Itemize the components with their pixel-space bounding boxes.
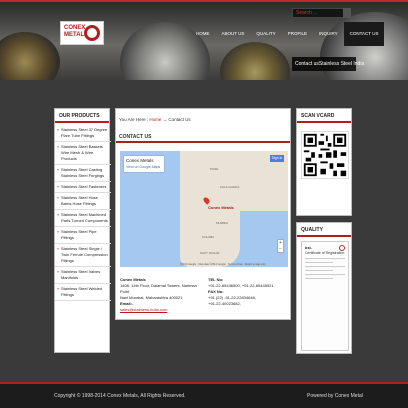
products-sidebar: OUR PRODUCTS Stainless Steel 37 Degree F… — [54, 108, 111, 353]
contact-content: You Are Here : Home → Contact Us CONTACT… — [115, 108, 291, 320]
address-line: 1408, 14th Floor, Dalamal Towers, Narima… — [120, 283, 197, 294]
certificate-image[interactable]: bsi. Certificate of Registration — [301, 241, 349, 351]
vcard-title: SCAN VCARD — [297, 109, 351, 123]
brand-logo[interactable]: CONEX METAL — [60, 21, 104, 45]
product-link[interactable]: Stainless Steel Valves Manifolds — [55, 267, 111, 284]
product-link[interactable]: Stainless Steel 37 Degree Flare Tube Fit… — [55, 125, 111, 142]
page-tagline: Contact usStainless Steel India — [292, 57, 364, 71]
site-header: CONEX METAL Search ... HOME ABOUT US QUA… — [0, 2, 408, 80]
nav-inquiry[interactable]: INQUIRY — [313, 22, 344, 46]
map-zoom-control[interactable]: + − — [277, 239, 284, 253]
scan-vcard-panel: SCAN VCARD — [296, 108, 352, 216]
map-place-label: KALA GHODA — [220, 185, 240, 189]
map-place-label: NAVY NAGAR — [200, 251, 220, 255]
copyright-text: Copyright © 1998-2014 Conex Metals, All … — [54, 393, 186, 399]
breadcrumb: You Are Here : Home → Contact Us — [119, 117, 191, 122]
product-link[interactable]: Stainless Steel Fasteners — [55, 182, 111, 193]
breadcrumb-prefix: You Are Here : — [119, 117, 149, 122]
map-attribution: ©2014 Google · Map data ©2014 Google · T… — [180, 263, 266, 266]
map-info-card: Conex Metals View on Google Maps — [124, 156, 164, 172]
nav-contact-us[interactable]: CONTACT US — [343, 22, 385, 46]
certificate-text-line — [305, 266, 345, 267]
qr-code-icon — [301, 131, 349, 179]
email-link[interactable]: sales@stainless-india.com — [120, 307, 204, 313]
phone-block: TEL No: +91-22-65446500, +91-22-65446521… — [208, 277, 288, 307]
nav-quality[interactable]: QUALITY — [250, 22, 281, 46]
view-on-google-maps-link[interactable]: View on Google Maps — [126, 165, 162, 169]
product-link[interactable]: Stainless Steel Casting Stainless Steel … — [55, 165, 111, 182]
map-place-label: MUMBAI — [216, 221, 228, 225]
product-link[interactable]: Stainless Steel Hose Barbs Hose Fittings — [55, 193, 111, 210]
page-title: CONTACT US — [116, 131, 290, 143]
quality-title: QUALITY — [297, 223, 351, 237]
map-pin-label: Conex Metals — [208, 205, 234, 210]
map-card-title: Conex Metals — [126, 158, 154, 163]
logo-text: CONEX METAL — [64, 25, 86, 38]
nav-profile[interactable]: PROFILE — [282, 22, 313, 46]
nav-about-us[interactable]: ABOUT US — [216, 22, 251, 46]
google-map[interactable]: Conex Metals View on Google Maps Sign in… — [120, 151, 288, 267]
map-place-label: PUNE — [210, 167, 219, 171]
logo-mark-icon — [84, 25, 100, 41]
site-footer: Copyright © 1998-2014 Conex Metals, All … — [0, 382, 408, 408]
product-link[interactable]: Stainless Steel Machined Parts Turned Co… — [55, 210, 111, 227]
powered-by-text: Powered by Conex Metal — [307, 393, 363, 399]
fax-value: +91-22-40023682, — [208, 301, 241, 306]
product-link[interactable]: Stainless Steel Pipe Fittings — [55, 227, 111, 244]
certificate-stamp-icon — [339, 245, 345, 251]
certificate-text-line — [305, 274, 345, 275]
product-link[interactable]: Stainless Steel Baskets Wire Mesh & Wire… — [55, 142, 111, 165]
search-placeholder: Search ... — [296, 10, 318, 16]
certificate-text-line — [305, 278, 333, 279]
breadcrumb-home-link[interactable]: Home — [149, 117, 161, 122]
certificate-text-line — [305, 258, 345, 259]
main-nav: HOME ABOUT US QUALITY PROFILE INQUIRY CO… — [190, 22, 385, 46]
certificate-title: Certificate of Registration — [305, 251, 345, 255]
map-place-label: COLABA — [202, 235, 215, 239]
certificate-text-line — [305, 262, 333, 263]
main-area: OUR PRODUCTS Stainless Steel 37 Degree F… — [54, 108, 354, 356]
address-block: Conex Metals 1408, 14th Floor, Dalamal T… — [120, 277, 204, 313]
nav-home[interactable]: HOME — [190, 22, 216, 46]
map-land — [198, 211, 228, 267]
product-link[interactable]: Stainless Steel Welded Fittings — [55, 284, 111, 301]
certificate-text-line — [305, 270, 333, 271]
search-button[interactable] — [343, 8, 351, 18]
machinery-image — [0, 32, 60, 80]
machinery-image — [220, 42, 290, 80]
product-link[interactable]: Stainless Steel Single / Twin Ferrule Co… — [55, 244, 111, 267]
map-signin-button[interactable]: Sign in — [270, 155, 284, 162]
product-list: Stainless Steel 37 Degree Flare Tube Fit… — [55, 125, 111, 301]
search-input[interactable]: Search ... — [292, 8, 350, 18]
breadcrumb-separator: → — [162, 117, 168, 122]
breadcrumb-current: Contact Us — [168, 117, 191, 122]
sidebar-title: OUR PRODUCTS — [55, 109, 109, 123]
quality-panel: QUALITY bsi. Certificate of Registration — [296, 222, 352, 354]
